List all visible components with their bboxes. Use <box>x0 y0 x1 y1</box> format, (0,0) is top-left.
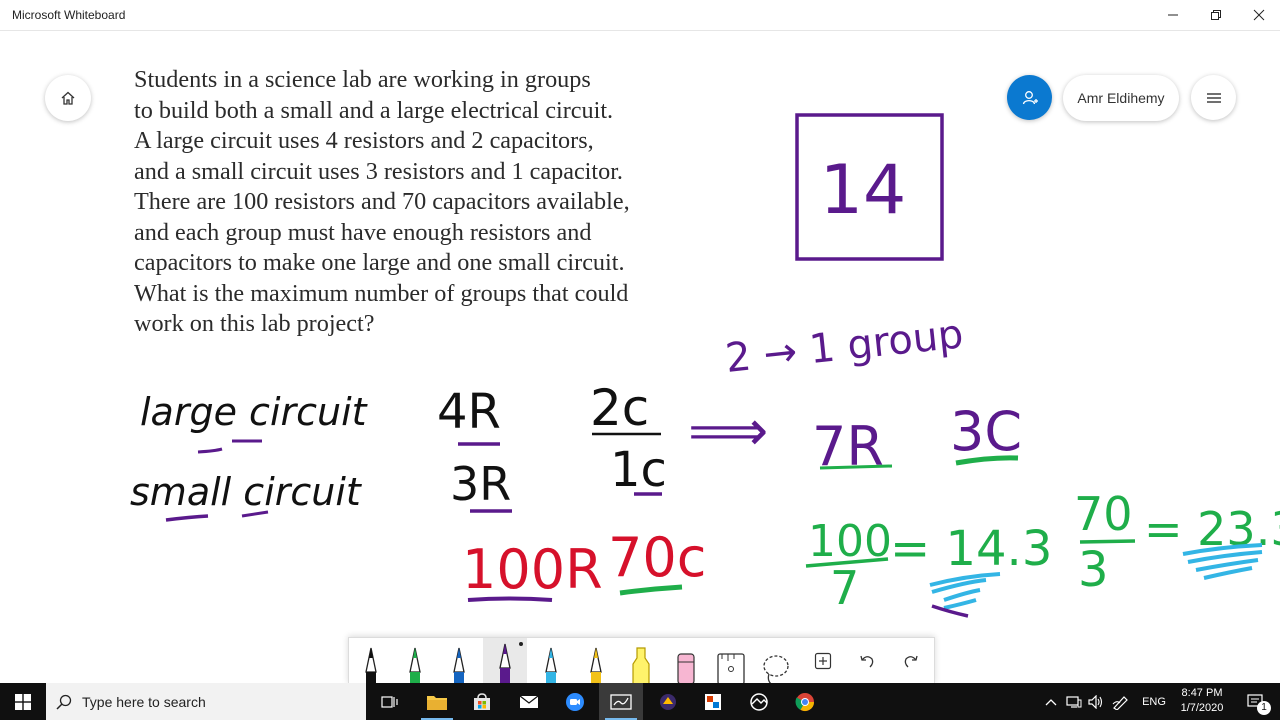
light-blue-pen-tool[interactable] <box>529 638 573 684</box>
window-title: Microsoft Whiteboard <box>12 8 126 22</box>
problem-line: There are 100 resistors and 70 capacitor… <box>134 188 630 215</box>
action-center-button[interactable]: 1 <box>1236 683 1276 720</box>
settings-menu-button[interactable] <box>1191 75 1236 120</box>
problem-text: Students in a science lab are working in… <box>134 65 734 340</box>
problem-line: work on this lab project? <box>134 310 375 337</box>
clock-time: 8:47 PM <box>1181 687 1223 699</box>
title-bar: Microsoft Whiteboard <box>0 0 1280 31</box>
user-name: Amr Eldihemy <box>1077 90 1165 106</box>
network-button[interactable] <box>1064 683 1084 720</box>
yellow-pen-tool[interactable] <box>574 638 618 684</box>
task-view-icon <box>381 695 398 708</box>
invite-button[interactable] <box>1007 75 1052 120</box>
add-icon <box>814 652 832 670</box>
chevron-up-icon <box>1045 698 1057 705</box>
task-view-button[interactable] <box>368 683 412 720</box>
pen-toolbar <box>348 637 935 684</box>
minimize-icon <box>1168 14 1178 16</box>
eraser-tool[interactable] <box>664 638 708 684</box>
highlighter-icon <box>632 647 650 684</box>
close-icon <box>1253 9 1265 21</box>
search-icon <box>56 694 72 710</box>
zoom-icon <box>566 692 584 711</box>
lasso-tool[interactable] <box>754 638 798 684</box>
store-button[interactable] <box>460 683 504 720</box>
problem-line: and each group must have enough resistor… <box>134 218 592 246</box>
black-pen-tool[interactable] <box>349 638 393 684</box>
blue-pen-tool[interactable] <box>437 638 481 684</box>
network-icon <box>1066 695 1082 708</box>
problem-line: to build both a small and a large electr… <box>134 96 614 124</box>
zoom-button[interactable] <box>553 683 597 720</box>
green-pen-tool[interactable] <box>393 638 437 684</box>
minimize-button[interactable] <box>1152 0 1194 30</box>
undo-icon <box>860 655 874 668</box>
file-explorer-button[interactable] <box>415 683 459 720</box>
blue-pen-icon <box>453 647 465 684</box>
app-9-button[interactable] <box>737 683 781 720</box>
app-8-button[interactable] <box>691 683 735 720</box>
home-icon <box>61 91 75 105</box>
ruler-tool[interactable] <box>709 638 753 684</box>
taskbar-search-box[interactable]: Type here to search <box>46 683 366 720</box>
green-pen-icon <box>409 647 421 684</box>
taskbar: Type here to search ENG 8:47 PM 1/7/2020… <box>0 683 1280 720</box>
pen-workspace-icon <box>1112 695 1128 710</box>
clock-date: 1/7/2020 <box>1180 702 1224 714</box>
search-placeholder: Type here to search <box>82 693 206 710</box>
notification-badge: 1 <box>1257 701 1271 715</box>
close-button[interactable] <box>1238 0 1280 30</box>
redo-icon <box>904 655 918 668</box>
menu-icon <box>1206 92 1221 103</box>
home-button[interactable] <box>45 75 91 121</box>
purple-pen-tool[interactable] <box>483 638 527 684</box>
app-7-button[interactable] <box>646 683 690 720</box>
windows-logo-icon <box>15 693 31 710</box>
chrome-icon <box>795 692 814 711</box>
mail-icon <box>519 695 539 708</box>
problem-line: and a small circuit uses 3 resistors and… <box>134 157 623 185</box>
folder-icon <box>427 695 447 710</box>
mail-button[interactable] <box>507 683 551 720</box>
undo-button[interactable] <box>845 638 889 684</box>
store-bag-icon <box>474 692 490 710</box>
whiteboard-taskbar-button[interactable] <box>599 683 643 720</box>
clock[interactable]: 8:47 PM 1/7/2020 <box>1174 686 1230 716</box>
problem-line: Students in a science lab are working in… <box>134 66 591 93</box>
restore-button[interactable] <box>1195 0 1237 30</box>
add-button[interactable] <box>801 638 845 684</box>
start-button[interactable] <box>0 683 46 720</box>
user-name-button[interactable]: Amr Eldihemy <box>1063 75 1179 121</box>
pen-workspace-button[interactable] <box>1110 683 1132 720</box>
app-8-icon <box>705 693 721 710</box>
volume-icon <box>1088 694 1103 709</box>
app-7-icon <box>660 693 676 710</box>
invite-person-icon <box>1022 90 1038 104</box>
eraser-icon <box>677 653 695 684</box>
restore-icon <box>1211 10 1221 20</box>
lasso-icon <box>763 655 789 684</box>
chrome-button[interactable] <box>783 683 827 720</box>
volume-button[interactable] <box>1086 683 1106 720</box>
purple-pen-icon <box>499 643 511 684</box>
problem-line: capacitors to make one large and one sma… <box>134 249 625 276</box>
input-language-button[interactable]: ENG <box>1138 683 1170 720</box>
ruler-icon <box>717 653 745 684</box>
problem-line: What is the maximum number of groups tha… <box>134 279 629 307</box>
light-blue-pen-icon <box>545 647 557 684</box>
redo-button[interactable] <box>889 638 933 684</box>
black-pen-icon <box>365 647 377 684</box>
yellow-pen-icon <box>590 647 602 684</box>
highlighter-tool[interactable] <box>619 638 663 684</box>
active-dot <box>519 642 523 646</box>
problem-line: A large circuit uses 4 resistors and 2 c… <box>134 127 594 154</box>
show-hidden-icons-button[interactable] <box>1042 683 1060 720</box>
whiteboard-icon <box>610 693 632 710</box>
app-9-icon <box>750 692 768 711</box>
